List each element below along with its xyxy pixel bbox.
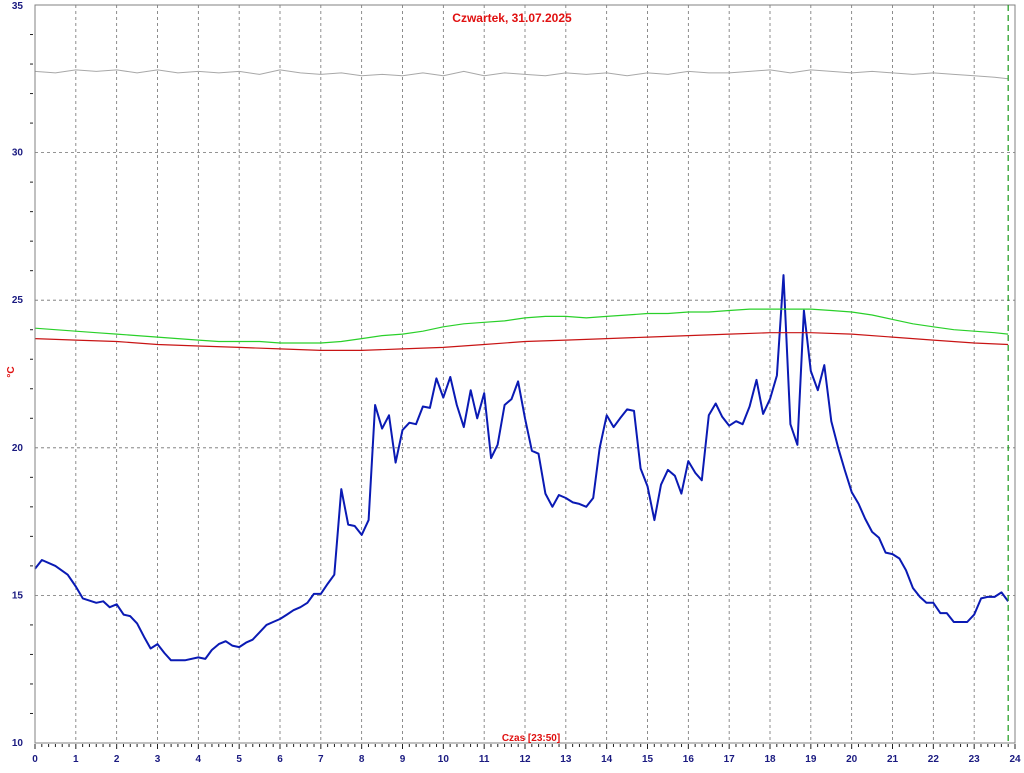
y-axis-title: °C (6, 366, 17, 377)
x-tick-label: 4 (196, 754, 202, 765)
x-tick-label: 10 (438, 754, 450, 765)
chart-title: Czwartek, 31.07.2025 (452, 11, 572, 25)
x-tick-label: 21 (887, 754, 899, 765)
x-axis-title: Czas [23:50] (502, 733, 560, 744)
series-blue-line (34, 274, 1009, 662)
series-gray-line (34, 69, 1009, 80)
series-layer (34, 69, 1009, 662)
x-tick-label: 14 (601, 754, 613, 765)
y-tick-label: 20 (12, 443, 24, 454)
grid-layer (35, 5, 1015, 743)
x-tick-label: 18 (764, 754, 776, 765)
x-tick-label: 8 (359, 754, 365, 765)
x-tick-label: 24 (1009, 754, 1021, 765)
x-tick-label: 0 (32, 754, 38, 765)
y-tick-label: 15 (12, 590, 24, 601)
x-tick-label: 22 (928, 754, 940, 765)
x-tick-label: 7 (318, 754, 324, 765)
x-tick-label: 15 (642, 754, 654, 765)
x-tick-label: 3 (155, 754, 161, 765)
y-tick-label: 25 (12, 295, 24, 306)
x-tick-label: 20 (846, 754, 858, 765)
y-tick-label: 30 (12, 148, 24, 159)
x-tick-label: 12 (519, 754, 531, 765)
x-tick-label: 5 (236, 754, 242, 765)
x-tick-label: 2 (114, 754, 120, 765)
x-tick-label: 11 (479, 754, 490, 765)
x-tick-label: 9 (400, 754, 406, 765)
x-tick-label: 13 (560, 754, 572, 765)
y-tick-label: 10 (12, 738, 24, 749)
x-tick-label: 19 (805, 754, 817, 765)
x-tick-label: 23 (969, 754, 981, 765)
series-green-line (34, 308, 1009, 344)
y-tick-label: 35 (12, 1, 24, 12)
x-tick-label: 17 (724, 754, 736, 765)
x-tick-label: 16 (683, 754, 695, 765)
x-tick-label: 6 (277, 754, 283, 765)
series-red-line (34, 332, 1009, 351)
temperature-chart: 10 15 20 25 30 35 0 1 2 3 4 5 6 7 8 9 10 11 12 13 14 15 16 17 18… (0, 0, 1024, 768)
x-tick-label: 1 (73, 754, 79, 765)
chart-svg: 1015202530350 1 2 3 4 5 6 7 8 9 10 11 12 13 14 15 16 17 18… (6, 1, 1021, 765)
